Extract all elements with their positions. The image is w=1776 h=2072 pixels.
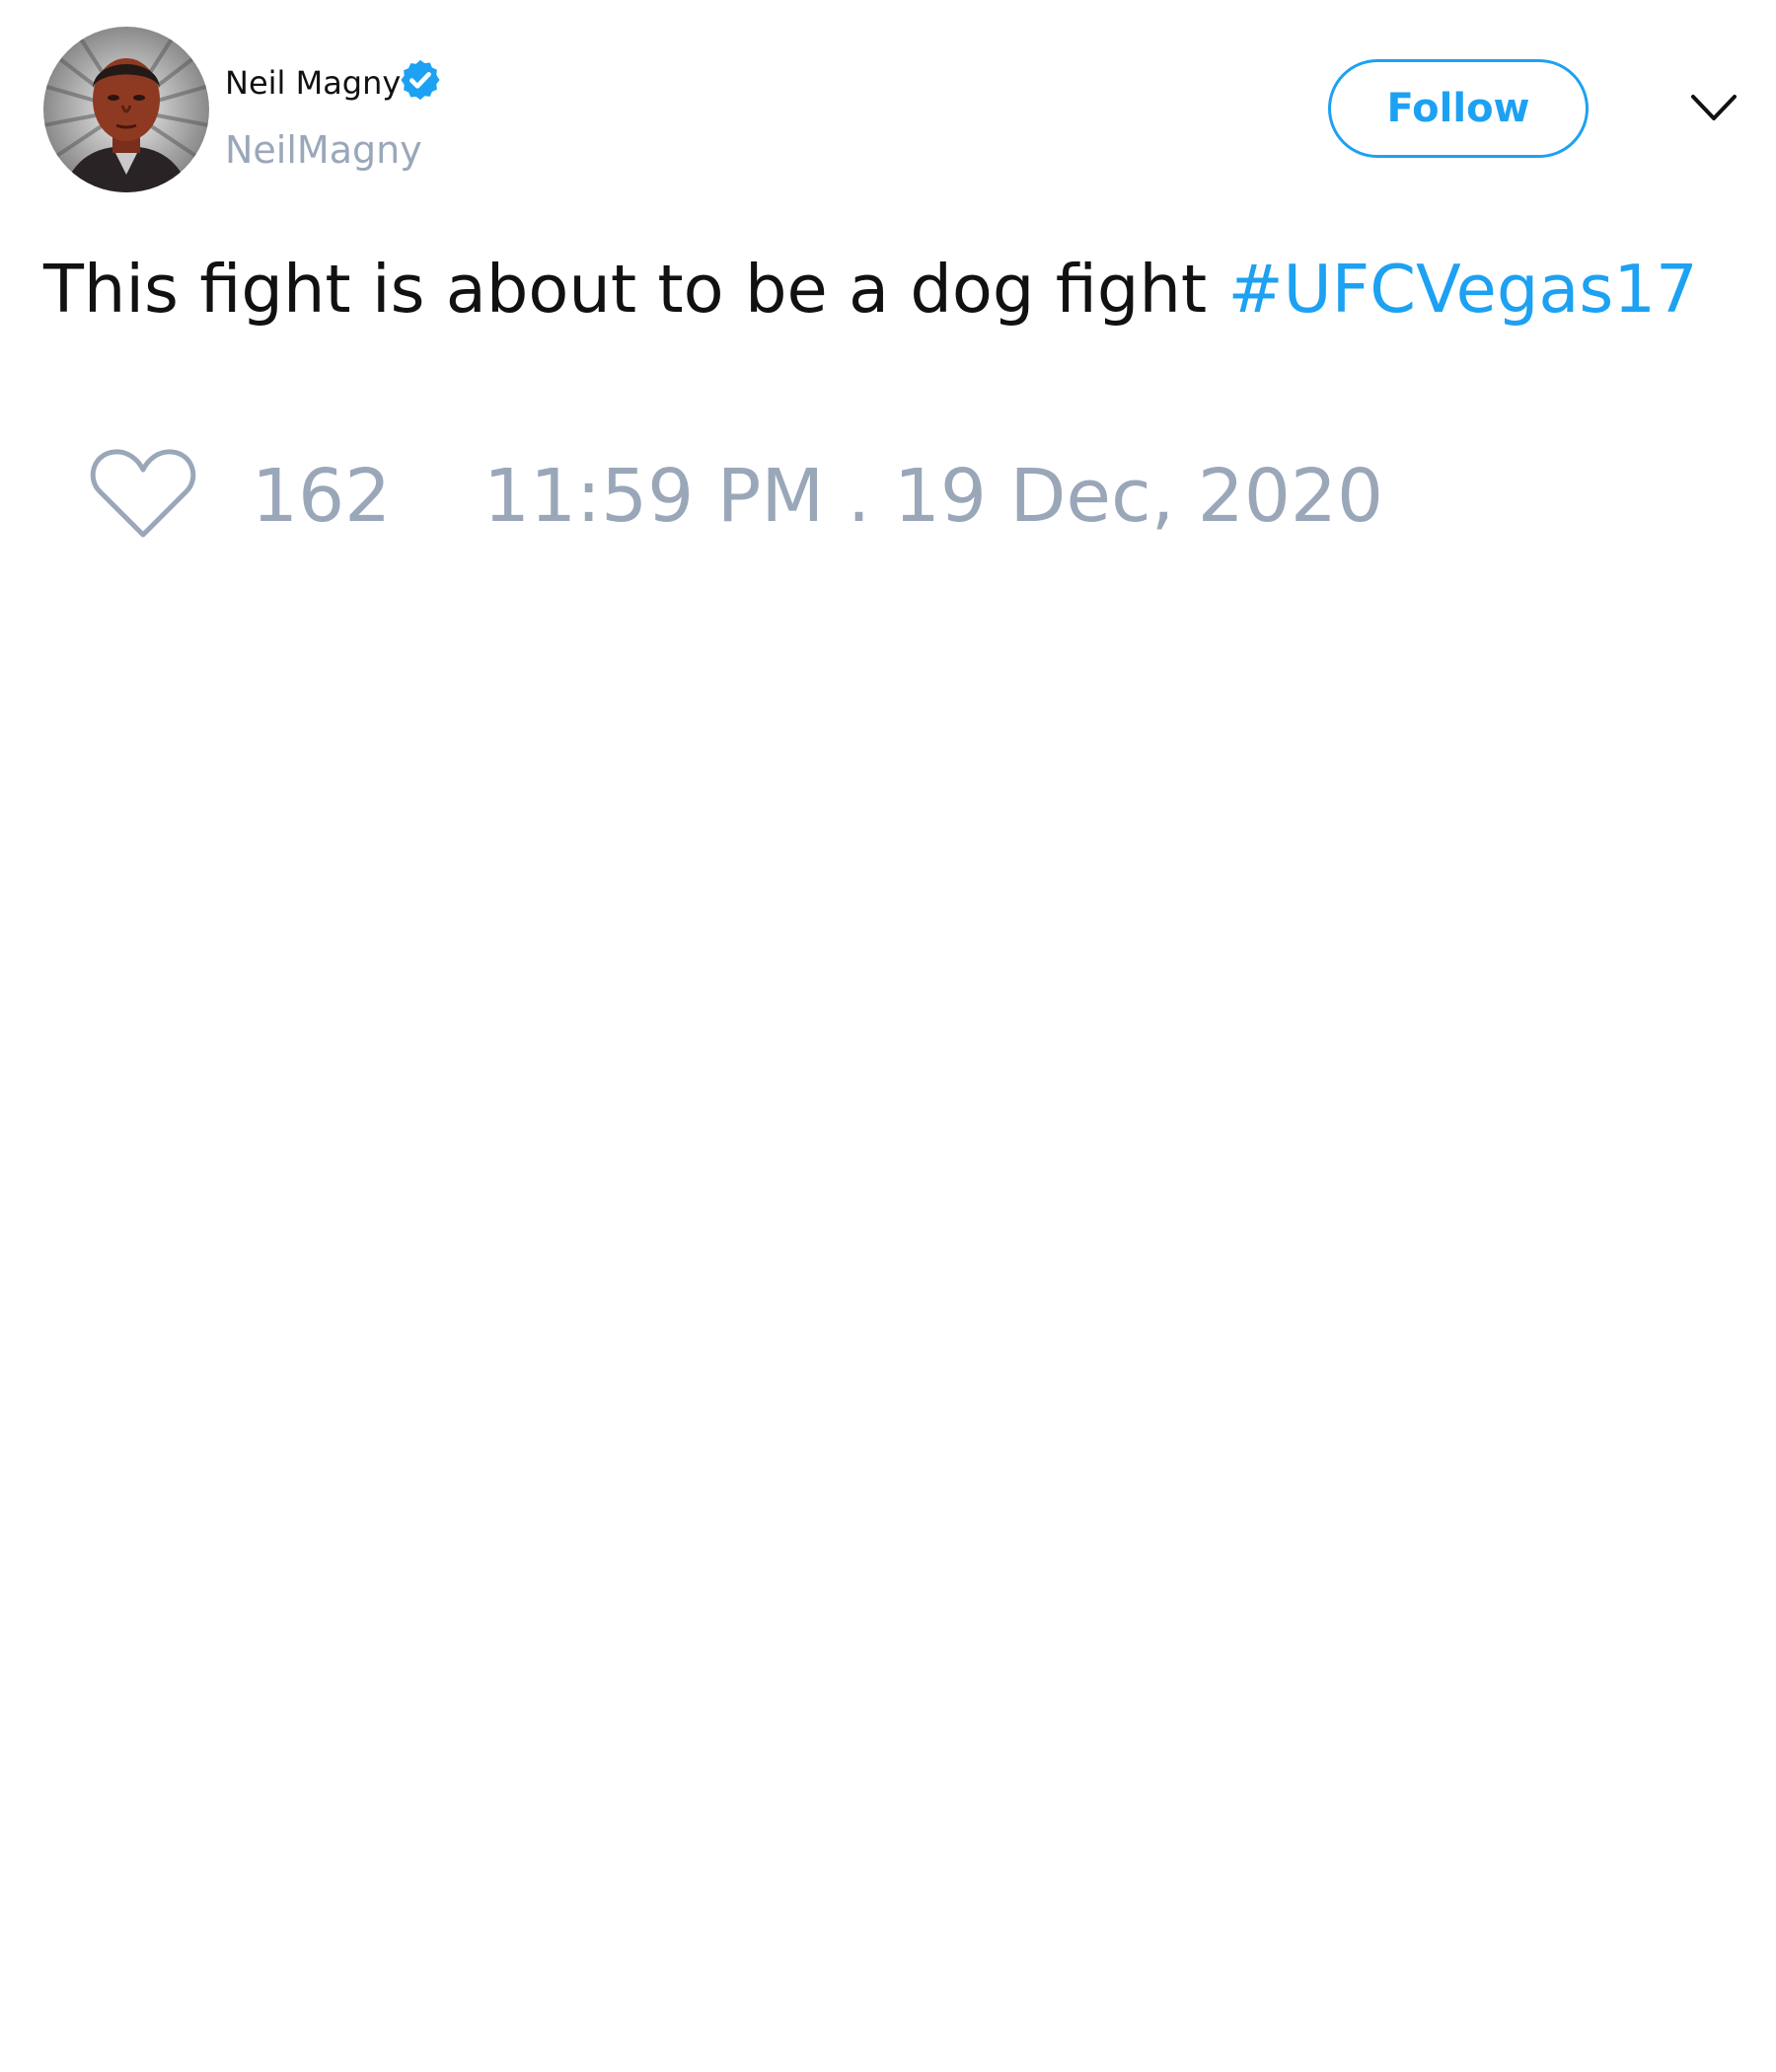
tweet-card: Neil Magny NeilMagny Follow This fight i… [0,0,1776,2072]
tweet-text: This fight is about to be a dog fight #U… [43,245,1698,333]
verified-badge-icon [401,59,440,101]
avatar-image [43,27,209,192]
author-display-name[interactable]: Neil Magny [225,63,401,103]
chevron-down-icon[interactable] [1689,91,1739,126]
avatar[interactable] [43,27,209,192]
tweet-body: This fight is about to be a dog fight [43,251,1228,328]
hashtag-link[interactable]: #UFCVegas17 [1227,251,1697,328]
follow-button[interactable]: Follow [1328,59,1589,158]
author-handle[interactable]: NeilMagny [225,128,422,172]
like-count: 162 [252,454,392,539]
heart-icon[interactable] [89,446,197,541]
tweet-timestamp[interactable]: 11:59 PM . 19 Dec, 2020 [483,452,1383,541]
